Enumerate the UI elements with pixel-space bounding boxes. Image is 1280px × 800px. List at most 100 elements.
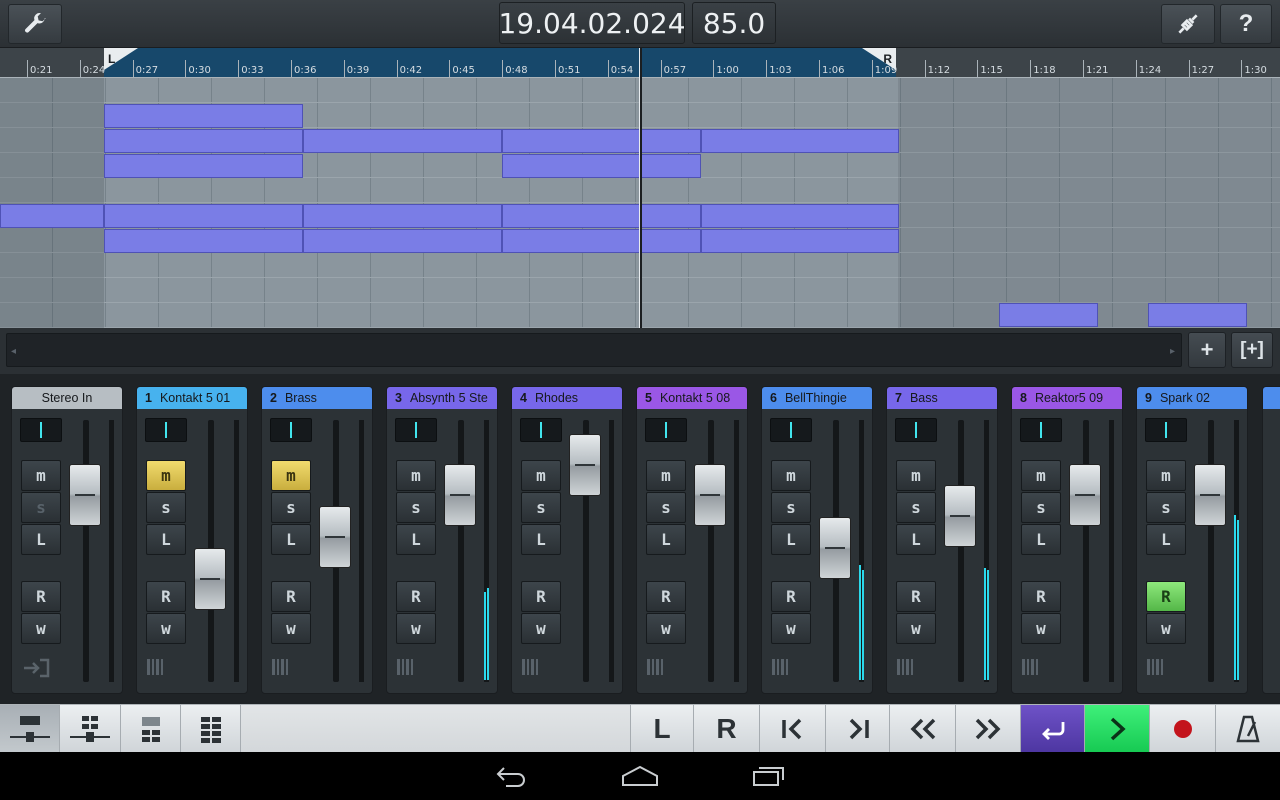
mixer-view-tab[interactable] [0, 705, 60, 753]
playhead[interactable] [639, 48, 642, 328]
solo-button[interactable]: s [646, 492, 686, 523]
event-part[interactable] [701, 204, 899, 228]
event-part[interactable] [502, 204, 701, 228]
write-automation-button[interactable]: w [771, 613, 811, 644]
mute-button[interactable]: m [146, 460, 186, 491]
go-to-left-locator-button[interactable]: L [631, 705, 694, 753]
to-start-button[interactable] [760, 705, 826, 753]
solo-button[interactable]: s [1021, 492, 1061, 523]
settings-button[interactable] [8, 4, 62, 44]
event-part[interactable] [701, 129, 899, 153]
write-automation-button[interactable]: w [1021, 613, 1061, 644]
write-automation-button[interactable]: w [1146, 613, 1186, 644]
volume-fader[interactable] [319, 506, 351, 568]
fast-forward-button[interactable] [956, 705, 1021, 753]
write-automation-button[interactable]: w [896, 613, 936, 644]
event-part[interactable] [701, 229, 899, 253]
single-editor-tab[interactable] [121, 705, 181, 753]
cycle-button[interactable] [1021, 705, 1085, 753]
instrument-icon[interactable] [897, 659, 913, 675]
connect-button[interactable] [1161, 4, 1215, 44]
listen-button[interactable]: L [521, 524, 561, 555]
event-part[interactable] [104, 229, 303, 253]
go-to-right-locator-button[interactable]: R [694, 705, 760, 753]
read-automation-button[interactable]: R [21, 581, 61, 612]
event-part[interactable] [502, 229, 701, 253]
volume-fader[interactable] [69, 464, 101, 526]
mute-button[interactable]: m [21, 460, 61, 491]
mute-button[interactable]: m [521, 460, 561, 491]
read-automation-button[interactable]: R [521, 581, 561, 612]
event-part[interactable] [999, 303, 1098, 327]
record-button[interactable] [1150, 705, 1216, 753]
volume-fader[interactable] [569, 434, 601, 496]
channel-header[interactable]: 9 Spark 02 [1137, 387, 1247, 409]
event-part[interactable] [303, 129, 502, 153]
time-display[interactable]: 19.04.02.024 [498, 2, 686, 44]
solo-button[interactable]: s [521, 492, 561, 523]
instrument-icon[interactable] [1022, 659, 1038, 675]
write-automation-button[interactable]: w [21, 613, 61, 644]
channel-header[interactable]: 4 Rhodes [512, 387, 622, 409]
channel-header[interactable]: 8 Reaktor5 09 [1012, 387, 1122, 409]
write-automation-button[interactable]: w [521, 613, 561, 644]
instrument-icon[interactable] [522, 659, 538, 675]
solo-button[interactable]: s [396, 492, 436, 523]
pan-control[interactable] [1020, 418, 1062, 442]
volume-fader[interactable] [1069, 464, 1101, 526]
volume-fader[interactable] [694, 464, 726, 526]
channel-header[interactable]: 2 Brass [262, 387, 372, 409]
volume-fader[interactable] [944, 485, 976, 547]
mute-button[interactable]: m [646, 460, 686, 491]
mute-button[interactable]: m [1146, 460, 1186, 491]
volume-fader[interactable] [819, 517, 851, 579]
mute-button[interactable]: m [896, 460, 936, 491]
event-part[interactable] [104, 154, 303, 178]
help-button[interactable]: ? [1220, 4, 1272, 44]
listen-button[interactable]: L [646, 524, 686, 555]
pan-control[interactable] [895, 418, 937, 442]
instrument-icon[interactable] [147, 659, 163, 675]
event-part[interactable] [502, 154, 701, 178]
volume-fader[interactable] [1194, 464, 1226, 526]
recent-apps-icon[interactable] [750, 764, 786, 788]
solo-button[interactable]: s [1146, 492, 1186, 523]
instrument-icon[interactable] [1147, 659, 1163, 675]
back-icon[interactable] [494, 764, 530, 788]
add-track-button[interactable]: + [1188, 332, 1226, 368]
play-button[interactable] [1085, 705, 1150, 753]
instrument-icon[interactable] [772, 659, 788, 675]
write-automation-button[interactable]: w [646, 613, 686, 644]
channel-header[interactable]: 7 Bass [887, 387, 997, 409]
channel-header[interactable]: 5 Kontakt 5 08 [637, 387, 747, 409]
to-end-button[interactable] [826, 705, 890, 753]
write-automation-button[interactable]: w [396, 613, 436, 644]
volume-fader[interactable] [194, 548, 226, 610]
add-track-folder-button[interactable]: [+] [1231, 332, 1273, 368]
solo-button[interactable]: s [896, 492, 936, 523]
channel-header[interactable]: 3 Absynth 5 Ste [387, 387, 497, 409]
event-part[interactable] [1148, 303, 1247, 327]
home-icon[interactable] [620, 764, 660, 788]
pan-control[interactable] [270, 418, 312, 442]
pan-control[interactable] [645, 418, 687, 442]
channel-header[interactable]: 6 BellThingie [762, 387, 872, 409]
channel-header[interactable]: 1 Kontakt 5 01 [137, 387, 247, 409]
listen-button[interactable]: L [771, 524, 811, 555]
pan-control[interactable] [1145, 418, 1187, 442]
grid-view-tab[interactable] [181, 705, 241, 753]
pan-control[interactable] [520, 418, 562, 442]
event-part[interactable] [104, 129, 303, 153]
listen-button[interactable]: L [896, 524, 936, 555]
volume-fader[interactable] [444, 464, 476, 526]
read-automation-button[interactable]: R [271, 581, 311, 612]
metronome-button[interactable] [1216, 705, 1280, 753]
solo-button[interactable]: s [771, 492, 811, 523]
write-automation-button[interactable]: w [271, 613, 311, 644]
read-automation-button[interactable]: R [646, 581, 686, 612]
pan-control[interactable] [395, 418, 437, 442]
read-automation-button[interactable]: R [146, 581, 186, 612]
rewind-button[interactable] [890, 705, 956, 753]
mute-button[interactable]: m [396, 460, 436, 491]
mute-button[interactable]: m [271, 460, 311, 491]
